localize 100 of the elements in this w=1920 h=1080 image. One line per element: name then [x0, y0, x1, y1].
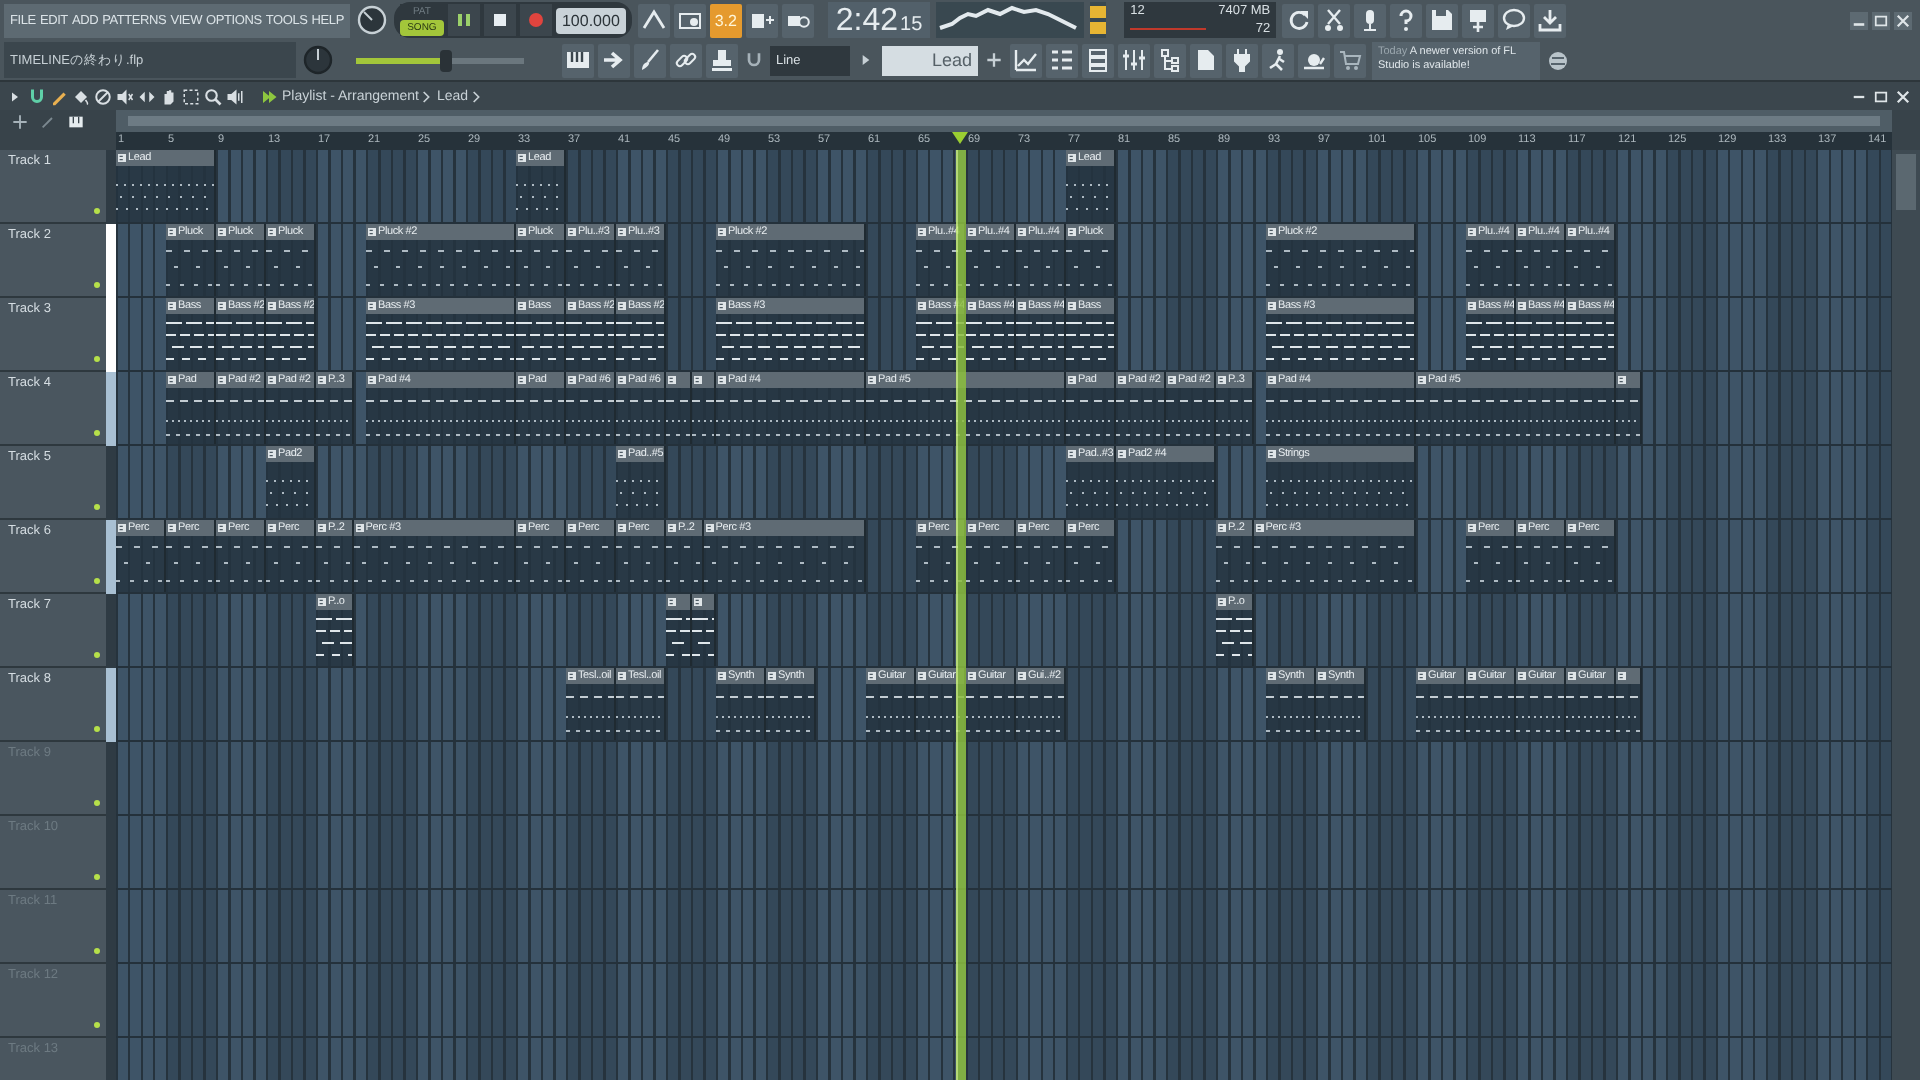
pattern-clip[interactable] [1616, 668, 1641, 740]
pattern-icon [518, 376, 526, 384]
toolbar-button[interactable] [1154, 43, 1186, 77]
pattern-clip[interactable] [1616, 372, 1641, 444]
speaker-icon [116, 87, 134, 105]
track-enable-led[interactable] [94, 800, 100, 806]
toolbar-button[interactable] [637, 3, 670, 37]
vertical-scrollbar[interactable] [1892, 150, 1920, 1080]
toolbar-button[interactable] [1010, 43, 1042, 77]
pattern-icon [568, 376, 576, 384]
toolbar-button[interactable] [1498, 3, 1531, 37]
pattern-icon [218, 524, 226, 532]
track-enable-led[interactable] [94, 356, 100, 362]
toolbar-button[interactable] [1046, 43, 1078, 77]
close-button[interactable] [1894, 87, 1912, 105]
overview-scrollbar[interactable] [116, 110, 1892, 132]
toolbar-button[interactable] [670, 43, 702, 77]
plus-icon[interactable] [12, 114, 28, 130]
track-enable-led[interactable] [94, 504, 100, 510]
track-enable-led[interactable] [94, 652, 100, 658]
toolbar-button[interactable] [1390, 3, 1423, 37]
toolbar-button[interactable] [562, 43, 594, 77]
pattern-icon [618, 450, 626, 458]
track-enable-led[interactable] [94, 578, 100, 584]
pattern-icon [1118, 376, 1126, 384]
track-enable-led[interactable] [94, 282, 100, 288]
pattern-icon [718, 302, 726, 310]
toolbar-button[interactable] [673, 3, 706, 37]
piano-icon [566, 48, 590, 72]
track-enable-led[interactable] [94, 208, 100, 214]
toolbar-button[interactable] [1190, 43, 1222, 77]
maximize-button[interactable] [1872, 11, 1890, 29]
pattern-icon [1568, 302, 1576, 310]
pattern-icon [318, 524, 326, 532]
magnet-icon [28, 87, 46, 105]
toolbar-button[interactable] [1534, 3, 1567, 37]
toolbar-button[interactable] [1426, 3, 1459, 37]
toolbar-button[interactable] [1462, 3, 1495, 37]
track-enable-led[interactable] [94, 1022, 100, 1028]
stop-button[interactable] [483, 4, 516, 36]
toolbar-button[interactable] [1318, 3, 1351, 37]
pattern-icon [1568, 228, 1576, 236]
plus-icon[interactable] [984, 50, 1004, 70]
globe-icon[interactable] [1546, 48, 1570, 72]
maximize-button[interactable] [1872, 87, 1890, 105]
chevron-icon [472, 89, 483, 103]
pattern-icon [968, 672, 976, 680]
toolbar-button[interactable] [781, 3, 814, 37]
toolbar-button[interactable] [1282, 3, 1315, 37]
toolbar-button[interactable] [598, 43, 630, 77]
piano-icon[interactable] [68, 114, 84, 130]
pattern-icon [355, 524, 364, 532]
pattern-icon [618, 672, 626, 680]
close-button[interactable] [1894, 11, 1912, 29]
pattern-clip[interactable] [691, 372, 716, 444]
pattern-clip[interactable] [666, 594, 691, 666]
toolbar-button[interactable] [1262, 43, 1294, 77]
pattern-icon [668, 598, 676, 606]
toolbar-button[interactable] [1082, 43, 1114, 77]
toolbar-button[interactable] [1354, 3, 1387, 37]
pattern-icon [918, 228, 926, 236]
pattern-icon [918, 672, 926, 680]
minimize-button[interactable] [1850, 11, 1868, 29]
track-enable-led[interactable] [94, 874, 100, 880]
track-enable-led[interactable] [94, 948, 100, 954]
keyboard-plus-icon [749, 8, 774, 32]
toolbar-button[interactable] [1298, 43, 1330, 77]
toolbar-button[interactable] [1334, 43, 1366, 77]
toolbar-button[interactable] [1118, 43, 1150, 77]
plug-icon [1230, 48, 1254, 72]
pattern-clip[interactable] [691, 594, 716, 666]
pattern-icon [1518, 302, 1526, 310]
volume-thumb[interactable] [439, 49, 452, 71]
pattern-icon [268, 524, 276, 532]
person-icon [1266, 48, 1290, 72]
toolbar-button[interactable] [634, 43, 666, 77]
pattern-icon [1468, 228, 1476, 236]
track-enable-led[interactable] [94, 726, 100, 732]
list-icon [1050, 48, 1074, 72]
toolbar-button[interactable] [706, 43, 738, 77]
pattern-icon [718, 228, 726, 236]
tree-icon [1158, 48, 1182, 72]
time-main: 2:42 [835, 4, 899, 38]
track-enable-led[interactable] [94, 430, 100, 436]
pattern-icon [1268, 450, 1276, 458]
pattern-clip[interactable] [666, 372, 691, 444]
pattern-icon [1268, 302, 1276, 310]
pause-button[interactable] [447, 4, 480, 36]
tape-icon [677, 8, 702, 32]
toolbar-button[interactable] [1226, 43, 1258, 77]
double-arrow-icon [138, 87, 156, 105]
pattern-icon [668, 376, 676, 384]
pattern-selector[interactable]: Lead [882, 45, 978, 75]
pattern-icon [693, 598, 701, 606]
knob-icon[interactable] [302, 44, 334, 76]
pattern-icon [768, 672, 776, 680]
tempo-field[interactable]: 100.000 [555, 7, 626, 33]
toolbar-button[interactable] [745, 3, 778, 37]
mixer-icon [1122, 48, 1146, 72]
pattern-icon [618, 376, 626, 384]
